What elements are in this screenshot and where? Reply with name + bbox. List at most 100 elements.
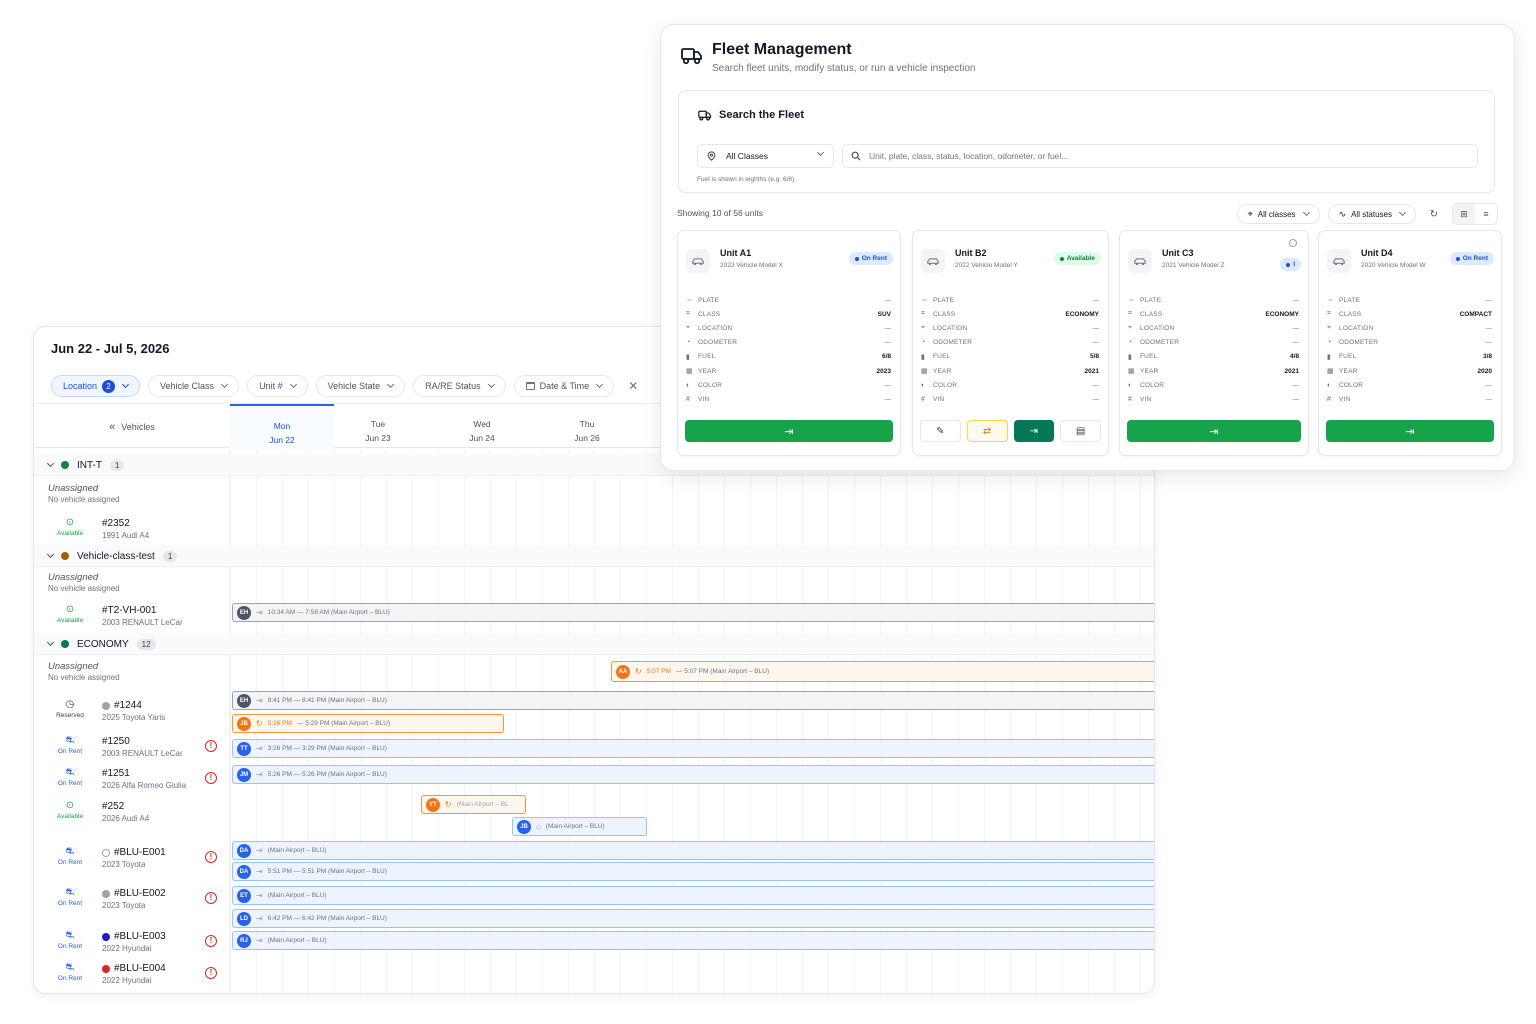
- vehicle-info: #BLU-E002 2023 Toyota: [102, 888, 166, 910]
- booking-bar[interactable]: JB ⌂ (Main Airport – BLU): [512, 817, 647, 836]
- unit-card-d4[interactable]: Unit D4 2020 Vehicle Model W On Rent ⇔ PL…: [1318, 230, 1502, 456]
- field-label: CLASS: [933, 310, 956, 318]
- booking-bar[interactable]: YT ↻ (Main Airport – BL: [421, 795, 526, 814]
- field-row-fuel: ▮ FUEL 5/8: [921, 350, 1099, 364]
- alert-icon[interactable]: !: [205, 851, 217, 863]
- fuel-icon: ▮: [1128, 353, 1132, 361]
- vehicle-info: #1251 2026 Alfa Romeo Giulia: [102, 768, 186, 790]
- vehicle-row-1250[interactable]: ⛐ On Rent #1250 2003 RENAULT LeCar !: [34, 732, 230, 762]
- group-row-vehicle-class-test[interactable]: Vehicle-class-test 1: [34, 545, 1154, 567]
- transfer-button[interactable]: ⇄: [966, 420, 1008, 442]
- field-label: ODOMETER: [1339, 339, 1379, 347]
- check-in-button[interactable]: ⇥: [685, 420, 893, 442]
- vehicles-column-toggle[interactable]: « Vehicles: [34, 404, 230, 449]
- field-value: —: [1485, 339, 1493, 347]
- day-column-wed[interactable]: Wed Jun 24: [430, 404, 534, 449]
- unit-name: Unit D4: [1361, 248, 1393, 258]
- alert-icon[interactable]: !: [205, 772, 217, 784]
- unassigned-title: Unassigned: [48, 483, 99, 494]
- grid-view-icon[interactable]: ⊞: [1453, 204, 1475, 224]
- alert-icon[interactable]: !: [205, 892, 217, 904]
- vehicle-row-t2-vh-001[interactable]: ⊙ Available #T2-VH-001 2003 RENAULT LeCar: [34, 601, 230, 631]
- booking-bar[interactable]: AA ↻ 5:07 PM — 5:07 PM (Main Airport – B…: [611, 661, 1154, 682]
- booking-bar[interactable]: RJ ⇥ (Main Airport – BLU): [232, 931, 1154, 950]
- vehicle-row-blu-e003[interactable]: ⛐ On Rent #BLU-E003 2022 Hyundai !: [34, 927, 230, 957]
- unit-filter[interactable]: Unit #: [247, 375, 308, 397]
- field-value: ECONOMY: [1065, 310, 1099, 318]
- day-date: Jun 22: [269, 435, 295, 445]
- refresh-icon[interactable]: ↻: [1424, 204, 1444, 224]
- chevron-down-icon: [46, 638, 55, 647]
- class-select[interactable]: All Classes: [697, 144, 834, 168]
- unit-card-a1[interactable]: Unit A1 2023 Vehicle Model X On Rent ⇔ PL…: [677, 230, 901, 456]
- clear-filters-icon[interactable]: ✕: [622, 379, 644, 393]
- booking-bar[interactable]: TT ⇥ 3:26 PM — 3:29 PM (Main Airport – B…: [232, 739, 1154, 758]
- classes-filter[interactable]: ⌖ All classes: [1236, 204, 1320, 224]
- vehicle-row-252[interactable]: ⊙ Available #252 2026 Audi A4: [34, 797, 230, 827]
- vehicle-row-blu-e001[interactable]: ⛐ On Rent #BLU-E001 2023 Toyota !: [34, 843, 230, 873]
- field-row-location: ⌖ LOCATION —: [921, 321, 1099, 335]
- vehicle-row-blu-e004[interactable]: ⛐ On Rent #BLU-E004 2022 Hyundai !: [34, 959, 230, 989]
- booking-bar[interactable]: ET ⇥ (Main Airport – BLU): [232, 886, 1154, 905]
- alert-icon[interactable]: !: [205, 935, 217, 947]
- check-out-button[interactable]: ⇥: [1013, 420, 1055, 442]
- unassigned-subtitle: No vehicle assigned: [48, 673, 120, 682]
- field-label: LOCATION: [1339, 324, 1374, 332]
- date-time-filter[interactable]: Date & Time: [513, 375, 615, 397]
- alert-icon[interactable]: !: [205, 967, 217, 979]
- unit-card-c3[interactable]: Unit C3 2021 Vehicle Model Z I ⇔ PLATE — ⌗ C…: [1119, 230, 1309, 456]
- field-row-year: ▦ YEAR 2021: [921, 364, 1099, 378]
- unit-card-b2[interactable]: Unit B2 2022 Vehicle Model Y Available ⇔…: [912, 230, 1109, 456]
- day-column-tue[interactable]: Tue Jun 23: [326, 404, 430, 449]
- booking-bar[interactable]: EH ⇥ 10:34 AM — 7:58 AM (Main Airport – …: [232, 603, 1154, 622]
- day-date: Jun 26: [574, 433, 600, 443]
- ra-status-filter[interactable]: RA/RE Status: [413, 375, 506, 397]
- inspection-button[interactable]: ▤: [1060, 420, 1101, 442]
- customer-avatar: EH: [237, 605, 251, 620]
- field-value: 2020: [1477, 367, 1492, 375]
- day-column-mon[interactable]: Mon Jun 22: [230, 404, 334, 449]
- field-row-plate: ⇔ PLATE —: [921, 293, 1099, 307]
- vehicle-row-1244[interactable]: ◷ Reserved #1244 2025 Toyota Yaris: [34, 696, 230, 726]
- booking-bar[interactable]: JB ↻ 5:26 PM — 5:29 PM (Main Airport – B…: [232, 714, 504, 733]
- tag-icon: ⌗: [1327, 310, 1331, 318]
- vehicle-row-1251[interactable]: ⛐ On Rent #1251 2026 Alfa Romeo Giulia !: [34, 764, 230, 794]
- check-in-button[interactable]: ⇥: [1127, 420, 1301, 442]
- day-name: Thu: [579, 419, 595, 429]
- status-badge-label: I: [1293, 261, 1295, 268]
- check-in-button[interactable]: ⇥: [1326, 420, 1494, 442]
- search-field[interactable]: [842, 144, 1478, 168]
- booking-bar[interactable]: JM ⇥ 5:26 PM — 5:26 PM (Main Airport – B…: [232, 765, 1154, 784]
- booking-time-range: (Main Airport – BLU): [545, 823, 605, 830]
- list-view-icon[interactable]: ≡: [1475, 204, 1497, 224]
- statuses-filter[interactable]: ∿ All statuses: [1327, 204, 1416, 224]
- pickup-icon: ⇥: [256, 867, 263, 876]
- calendar-icon: ▦: [686, 368, 693, 376]
- log-in-icon: ⇥: [784, 425, 794, 438]
- booking-bar[interactable]: EH ⇥ 8:41 PM — 8:41 PM (Main Airport – B…: [232, 691, 1154, 710]
- vehicle-row-2352[interactable]: ⊙ Available #2352 1991 Audi A4: [34, 514, 230, 544]
- booking-bar[interactable]: LD ⇥ 6:42 PM — 6:42 PM (Main Airport – B…: [232, 909, 1154, 928]
- status-label: On Rent: [57, 900, 83, 907]
- car-icon: ⛐: [65, 887, 75, 898]
- alert-icon[interactable]: !: [205, 740, 217, 752]
- swap-icon: ⇄: [982, 425, 992, 437]
- location-filter[interactable]: Location 2: [51, 375, 141, 397]
- vehicle-class-filter[interactable]: Vehicle Class: [148, 375, 240, 397]
- vehicle-info: #BLU-E004 2022 Hyundai: [102, 963, 166, 985]
- info-icon[interactable]: [1289, 239, 1297, 247]
- day-column-thu[interactable]: Thu Jun 26: [535, 404, 639, 449]
- field-row-color: ◐ COLOR —: [921, 378, 1099, 392]
- vehicle-row-blu-e002[interactable]: ⛐ On Rent #BLU-E002 2023 Toyota !: [34, 884, 230, 914]
- vehicle-model: 1991 Audi A4: [102, 531, 150, 540]
- unassigned-row: Unassigned No vehicle assigned: [48, 483, 120, 504]
- group-row-economy[interactable]: ECONOMY 12: [34, 633, 1154, 655]
- log-in-icon: ⇥: [1209, 425, 1219, 438]
- vehicle-state-filter[interactable]: Vehicle State: [315, 375, 406, 397]
- booking-bar[interactable]: DA ⇥ 5:51 PM — 5:51 PM (Main Airport – B…: [232, 862, 1154, 881]
- edit-button[interactable]: ✎: [920, 420, 961, 442]
- status-label: On Rent: [57, 943, 83, 950]
- status-indicator: ⊙ Available: [48, 801, 92, 821]
- search-input[interactable]: [869, 151, 1429, 161]
- booking-bar[interactable]: DA ⇥ (Main Airport – BLU): [232, 841, 1154, 860]
